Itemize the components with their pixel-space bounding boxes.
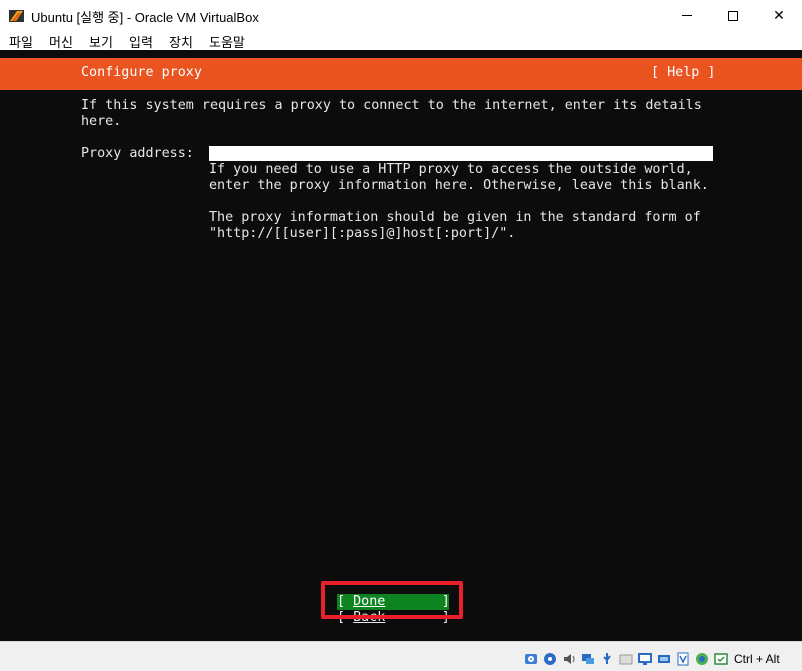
help-button[interactable]: [ Help ] — [651, 65, 716, 80]
proxy-format-text: The proxy information should be given in… — [209, 210, 701, 241]
proxy-help-text: If you need to use a HTTP proxy to acces… — [209, 162, 709, 193]
page-title: Configure proxy — [81, 65, 202, 80]
network-icon[interactable] — [581, 652, 595, 666]
mouse-integration-icon[interactable] — [695, 652, 709, 666]
maximize-icon — [728, 10, 738, 21]
intro-text: If this system requires a proxy to conne… — [81, 98, 702, 129]
status-bar: Ctrl + Alt — [0, 641, 802, 671]
proxy-address-label: Proxy address: — [81, 146, 194, 161]
minimize-icon — [682, 15, 692, 16]
window-titlebar: Ubuntu [실행 중] - Oracle VM VirtualBox ✕ — [0, 0, 802, 31]
video-capture-icon[interactable] — [657, 652, 671, 666]
display-icon[interactable] — [638, 652, 652, 666]
menu-machine[interactable]: 머신 — [49, 32, 73, 51]
window-title: Ubuntu [실행 중] - Oracle VM VirtualBox — [31, 10, 259, 25]
optical-drive-icon[interactable] — [543, 652, 557, 666]
audio-icon[interactable] — [562, 652, 576, 666]
menu-file[interactable]: 파일 — [9, 32, 33, 51]
hard-disk-icon[interactable] — [524, 652, 538, 666]
host-key-label: Ctrl + Alt — [734, 652, 780, 666]
menu-input[interactable]: 입력 — [129, 32, 153, 51]
proxy-address-input[interactable] — [209, 146, 713, 161]
menu-bar: 파일 머신 보기 입력 장치 도움말 — [0, 31, 802, 50]
close-button[interactable]: ✕ — [756, 0, 802, 31]
virtualbox-icon — [9, 10, 24, 22]
cpu-icon[interactable] — [676, 652, 690, 666]
keyboard-icon[interactable] — [714, 652, 728, 666]
maximize-button[interactable] — [710, 0, 756, 31]
menu-help[interactable]: 도움말 — [209, 32, 245, 51]
vm-screen[interactable]: Configure proxy [ Help ] If this system … — [0, 50, 802, 641]
menu-view[interactable]: 보기 — [89, 32, 113, 51]
minimize-button[interactable] — [664, 0, 710, 31]
installer-header: Configure proxy [ Help ] — [0, 58, 802, 90]
usb-icon[interactable] — [600, 652, 614, 666]
menu-devices[interactable]: 장치 — [169, 32, 193, 51]
annotation-highlight — [321, 581, 463, 619]
close-icon: ✕ — [773, 7, 785, 23]
shared-folder-icon[interactable] — [619, 652, 633, 666]
